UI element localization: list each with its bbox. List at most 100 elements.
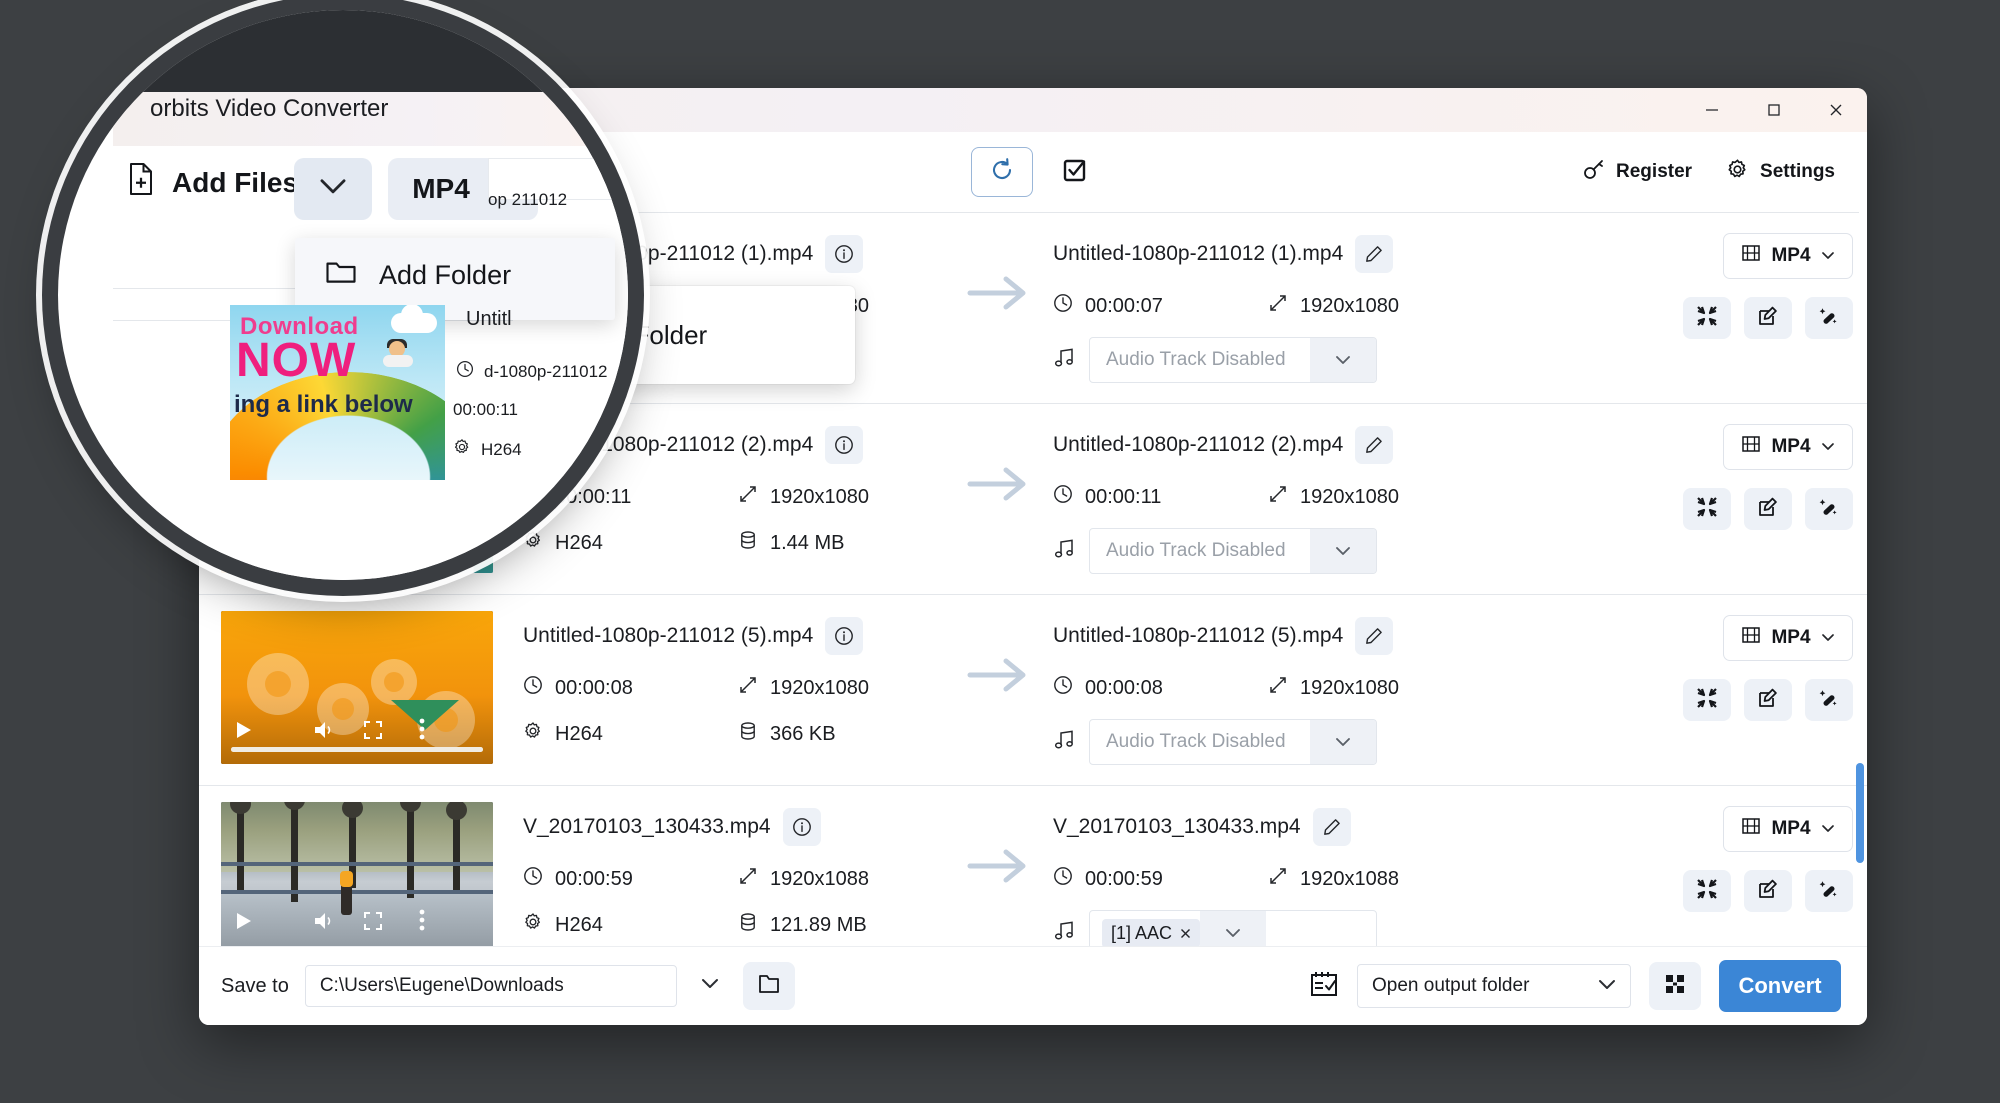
arrow-right-icon xyxy=(966,464,1030,509)
thumbnail-progress[interactable] xyxy=(231,747,483,752)
edit-button[interactable] xyxy=(1744,679,1792,721)
magnifier-fragment-filename: op 211012 xyxy=(488,190,568,209)
target-duration: 00:00:59 xyxy=(1053,866,1268,892)
enhance-button[interactable] xyxy=(1805,679,1853,721)
magnifier-fragment-codec: H264 xyxy=(453,438,522,461)
source-codec-value: H264 xyxy=(555,722,603,745)
info-button[interactable] xyxy=(825,617,864,655)
more-vertical-icon[interactable] xyxy=(419,909,425,931)
target-resolution: 1920x1080 xyxy=(1268,293,1399,319)
convert-arrow xyxy=(943,420,1053,509)
magnifier-thumbnail[interactable]: Download NOW ing a link below xyxy=(230,305,445,480)
target-duration-value: 00:00:59 xyxy=(1085,867,1163,890)
enhance-button[interactable] xyxy=(1805,297,1853,339)
row-action-buttons xyxy=(1683,870,1853,912)
select-all-button[interactable] xyxy=(1055,152,1095,192)
audio-track-select[interactable]: Audio Track Disabled xyxy=(1089,337,1377,383)
minimize-button[interactable] xyxy=(1681,88,1743,132)
info-button[interactable] xyxy=(782,808,821,846)
settings-button[interactable]: Settings xyxy=(1726,158,1835,187)
play-icon[interactable] xyxy=(235,720,253,740)
magnifier-add-files-button[interactable]: Add Files xyxy=(126,162,298,203)
convert-button[interactable]: Convert xyxy=(1719,960,1841,1012)
merge-button[interactable] xyxy=(1649,962,1701,1010)
chevron-down-icon[interactable] xyxy=(1200,911,1267,947)
target-resolution-value: 1920x1088 xyxy=(1300,867,1399,890)
database-icon xyxy=(738,912,758,938)
chevron-down-icon[interactable] xyxy=(1310,529,1376,573)
edit-button[interactable] xyxy=(1744,297,1792,339)
audio-track-select[interactable]: [1] AAC xyxy=(1089,910,1377,947)
compress-button[interactable] xyxy=(1683,297,1731,339)
volume-icon[interactable] xyxy=(313,911,335,931)
target-resolution: 1920x1080 xyxy=(1268,675,1399,701)
enhance-button[interactable] xyxy=(1805,488,1853,530)
gear-icon xyxy=(453,438,471,461)
more-vertical-icon[interactable] xyxy=(419,718,425,740)
audio-track-chip[interactable]: [1] AAC xyxy=(1102,918,1201,947)
row-actions: MP4 xyxy=(1553,802,1867,912)
fullscreen-icon[interactable] xyxy=(363,911,383,931)
post-convert-action-select[interactable]: Open output folder xyxy=(1357,964,1631,1008)
compress-button[interactable] xyxy=(1683,679,1731,721)
source-duration-value: 00:00:59 xyxy=(555,867,633,890)
close-icon[interactable] xyxy=(1180,923,1191,944)
play-icon[interactable] xyxy=(235,911,253,931)
audio-track-select[interactable]: Audio Track Disabled xyxy=(1089,719,1377,765)
row-format-select[interactable]: MP4 xyxy=(1723,233,1853,279)
register-button[interactable]: Register xyxy=(1583,158,1692,186)
refresh-button[interactable] xyxy=(971,147,1033,197)
source-meta-row-2: H264 121.89 MB xyxy=(523,912,943,938)
magnifier-add-files-dropdown-button[interactable] xyxy=(294,158,372,220)
magnifier-menu-item-add-folder[interactable]: Add Folder xyxy=(325,258,511,292)
audio-track-value: Audio Track Disabled xyxy=(1106,731,1286,752)
toolbar-right-group: Register Settings xyxy=(1583,158,1867,187)
scrollbar-thumb[interactable] xyxy=(1856,763,1864,863)
target-info: Untitled-1080p-211012 (5).mp4 00:00:08 1… xyxy=(1053,611,1553,765)
row-format-select[interactable]: MP4 xyxy=(1723,424,1853,470)
table-row[interactable]: V_20170103_130433.mp4 00:00:59 1920x1088 xyxy=(199,786,1867,947)
save-path-input[interactable]: C:\Users\Eugene\Downloads xyxy=(304,965,677,1007)
compress-button[interactable] xyxy=(1683,870,1731,912)
target-filename: Untitled-1080p-211012 (2).mp4 xyxy=(1053,433,1344,456)
info-button[interactable] xyxy=(825,235,864,273)
toolbar-center-group xyxy=(971,147,1095,197)
rename-button[interactable] xyxy=(1355,426,1394,464)
source-filename: V_20170103_130433.mp4 xyxy=(523,815,771,838)
row-format-select[interactable]: MP4 xyxy=(1723,615,1853,661)
folder-icon xyxy=(757,973,781,1000)
chevron-down-icon[interactable] xyxy=(1310,338,1376,382)
row-format-select[interactable]: MP4 xyxy=(1723,806,1853,852)
info-button[interactable] xyxy=(825,426,864,464)
resize-arrows-icon xyxy=(1268,675,1288,701)
target-resolution: 1920x1080 xyxy=(1268,484,1399,510)
edit-button[interactable] xyxy=(1744,870,1792,912)
target-resolution-value: 1920x1080 xyxy=(1300,676,1399,699)
rename-button[interactable] xyxy=(1355,617,1394,655)
chevron-down-icon[interactable] xyxy=(1310,720,1376,764)
browse-folder-button[interactable] xyxy=(742,962,795,1010)
film-strip-icon xyxy=(1741,434,1761,460)
table-row[interactable]: Untitled-1080p-211012 (5).mp4 00:00:08 1… xyxy=(199,595,1867,786)
edit-button[interactable] xyxy=(1744,488,1792,530)
volume-icon[interactable] xyxy=(313,720,335,740)
folder-icon xyxy=(325,258,357,292)
video-thumbnail[interactable] xyxy=(221,611,493,764)
save-path-dropdown-button[interactable] xyxy=(693,969,727,1003)
source-codec: H264 xyxy=(523,721,738,747)
magnifier-fragment-duration: 00:00:11 xyxy=(453,400,518,419)
fullscreen-icon[interactable] xyxy=(363,720,383,740)
convert-arrow xyxy=(943,802,1053,891)
enhance-button[interactable] xyxy=(1805,870,1853,912)
compress-button[interactable] xyxy=(1683,488,1731,530)
magic-wand-icon xyxy=(1818,496,1840,523)
row-format-label: MP4 xyxy=(1771,818,1811,839)
audio-track-row: Audio Track Disabled xyxy=(1053,337,1553,383)
maximize-button[interactable] xyxy=(1743,88,1805,132)
list-scrollbar[interactable] xyxy=(1856,218,1864,943)
close-button[interactable] xyxy=(1805,88,1867,132)
rename-button[interactable] xyxy=(1355,235,1394,273)
audio-track-select[interactable]: Audio Track Disabled xyxy=(1089,528,1377,574)
video-thumbnail[interactable] xyxy=(221,802,493,947)
rename-button[interactable] xyxy=(1312,808,1351,846)
